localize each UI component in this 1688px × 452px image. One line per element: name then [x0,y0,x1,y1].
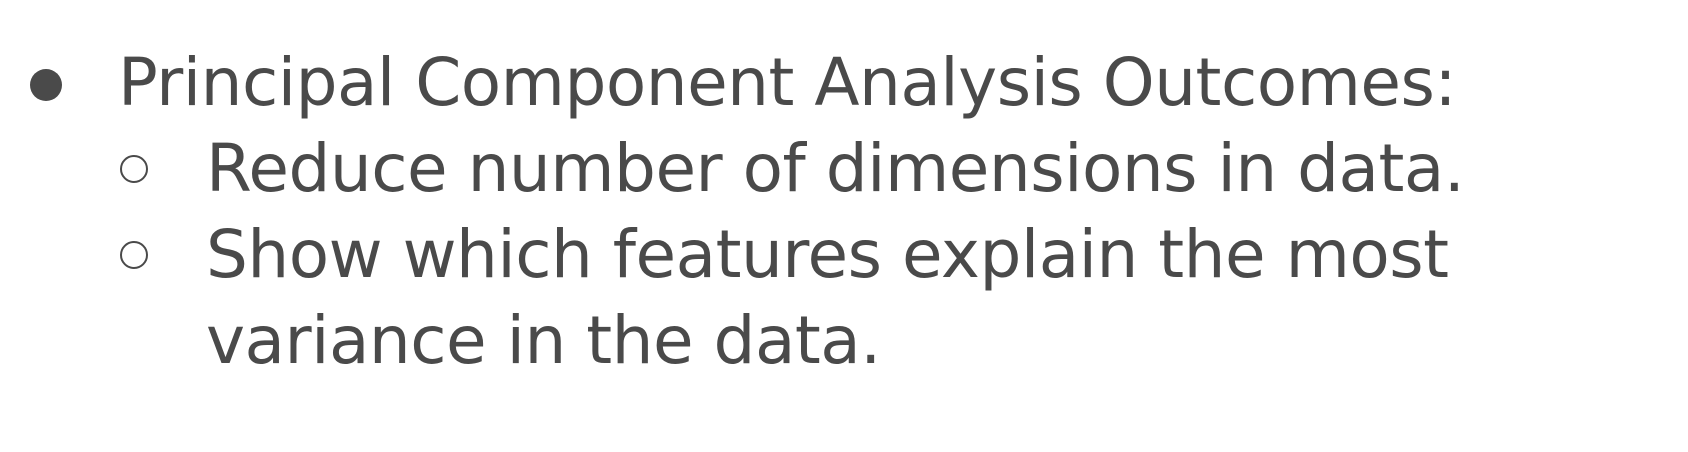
slide: Principal Component Analysis Outcomes: R… [0,0,1688,452]
hollow-bullet-icon [120,155,148,183]
sub-bullet-item-explain-variance: Show which features explain the most var… [0,212,1656,384]
sub-bullet-text: Show which features explain the most var… [206,216,1449,379]
filled-bullet-icon [30,69,62,101]
hollow-bullet-icon [120,241,148,269]
sub-bullet-text: Reduce number of dimensions in data. [206,130,1465,207]
sub-bullet-item-reduce-dimensions: Reduce number of dimensions in data. [0,126,1688,212]
bullet-text: Principal Component Analysis Outcomes: [118,44,1457,121]
bullet-item-pca-outcomes: Principal Component Analysis Outcomes: [0,40,1688,126]
bullet-list: Principal Component Analysis Outcomes: R… [0,40,1688,384]
